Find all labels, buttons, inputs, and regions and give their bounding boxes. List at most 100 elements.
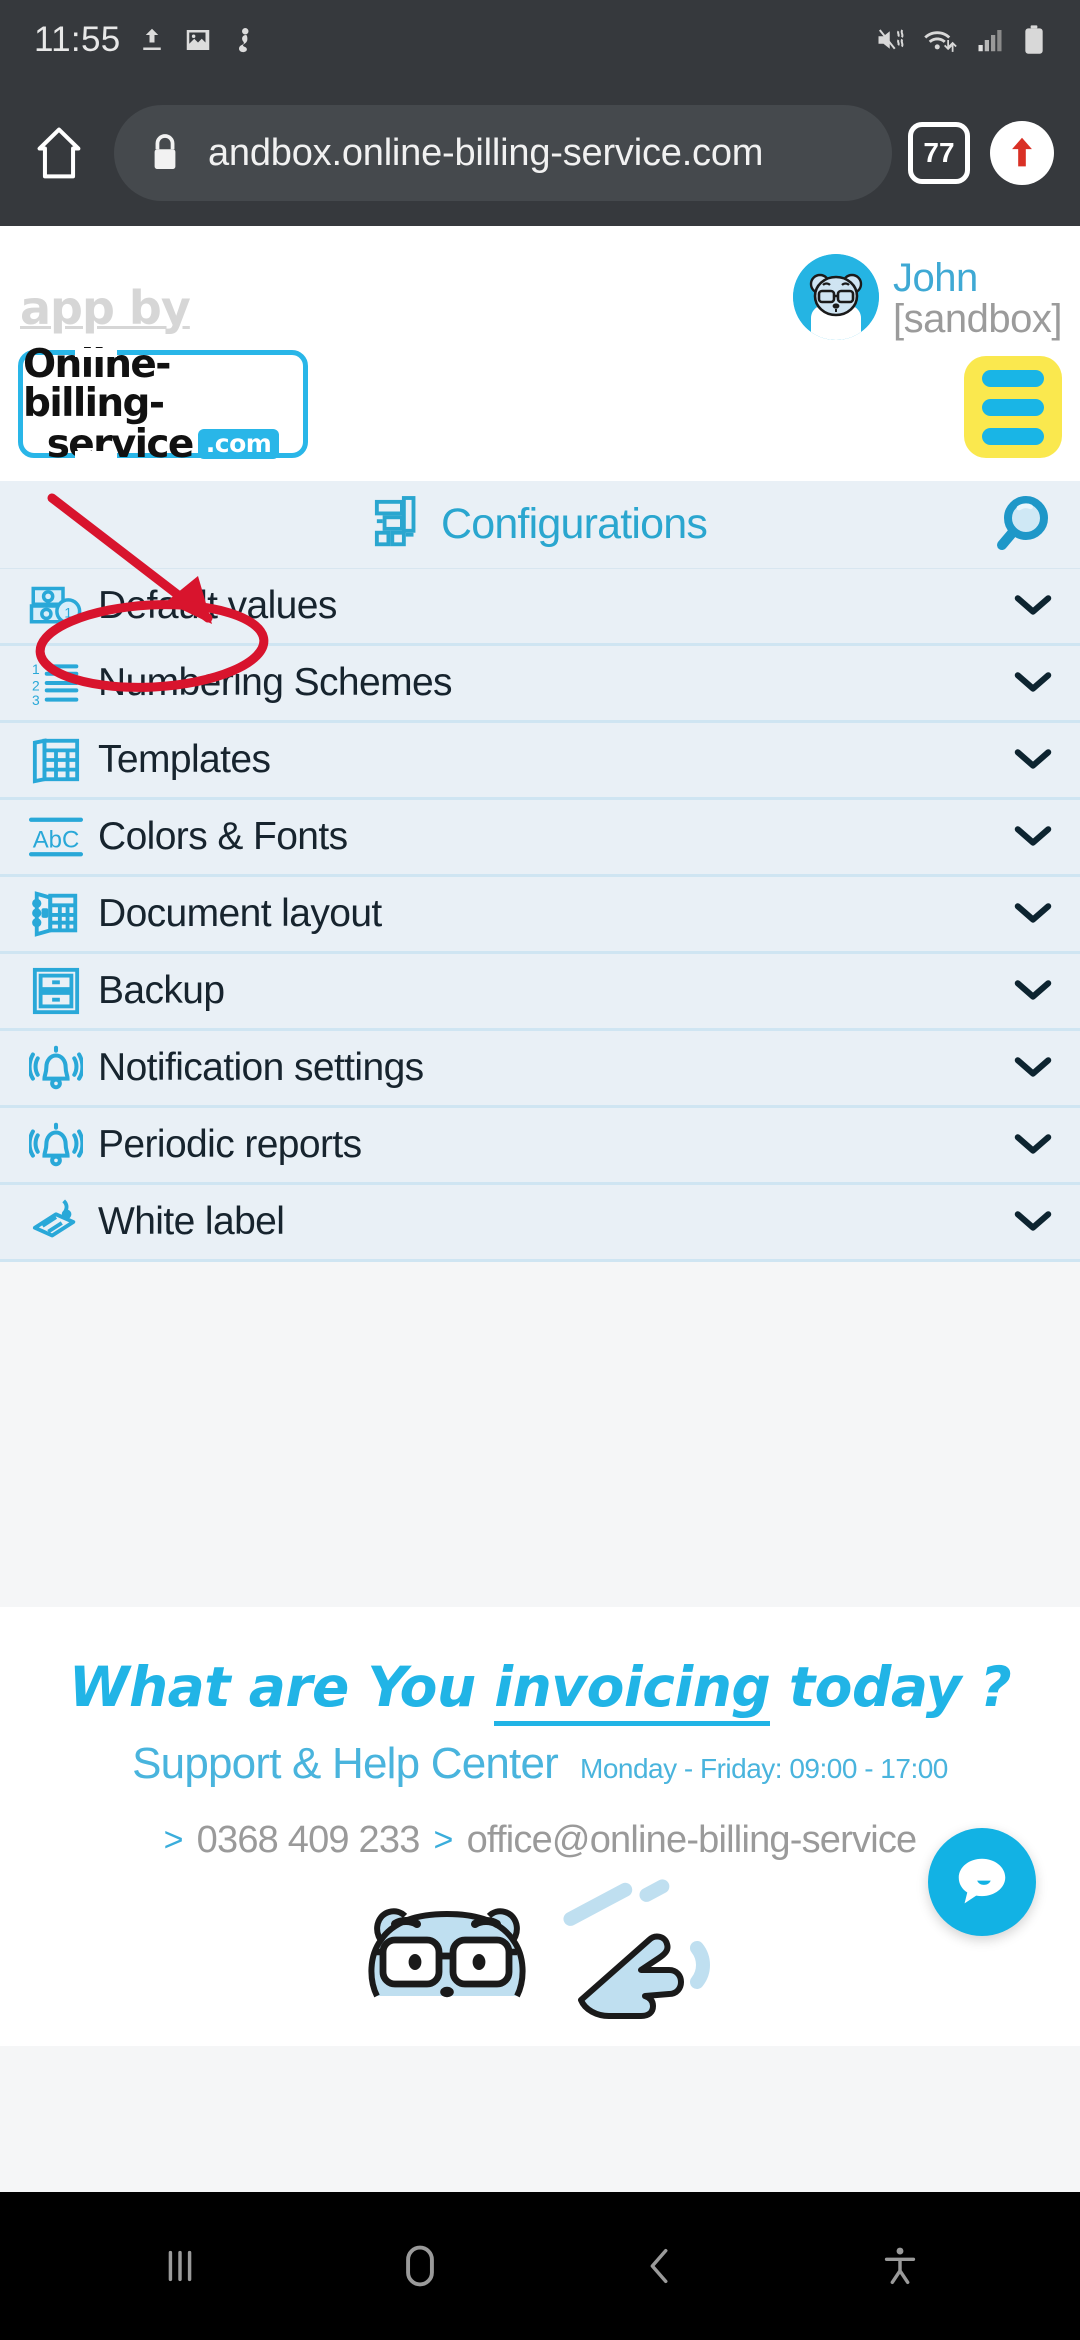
home-button[interactable] — [360, 2206, 480, 2326]
config-row-label: Colors & Fonts — [98, 815, 348, 858]
bell-icon — [24, 1042, 88, 1094]
footer-phone[interactable]: 0368 409 233 — [197, 1819, 421, 1862]
numbered-list-icon: 123 — [24, 659, 88, 707]
footer-contact: > 0368 409 233 > office@online-billing-s… — [0, 1819, 1080, 1862]
status-bar-clock: 11:55 — [34, 20, 121, 59]
bell-icon — [24, 1119, 88, 1171]
svg-text:1: 1 — [64, 604, 72, 620]
recents-button[interactable] — [120, 2206, 240, 2326]
svg-text:2: 2 — [32, 677, 40, 693]
backup-icon — [24, 966, 88, 1016]
config-row-notification-settings[interactable]: Notification settings — [0, 1031, 1080, 1108]
tag-icon — [24, 1197, 88, 1247]
footer-question: What are You invoicing today ? — [0, 1655, 1080, 1726]
user-name-block: John [sandbox] — [893, 254, 1062, 340]
accessibility-icon — [884, 2247, 916, 2285]
user-account-block[interactable]: John [sandbox] — [793, 254, 1062, 340]
chevron-down-icon[interactable] — [1014, 1054, 1052, 1083]
back-icon — [650, 2248, 668, 2284]
chevron-down-icon[interactable] — [1014, 592, 1052, 621]
config-row-label: Document layout — [98, 892, 382, 935]
logo-com-badge: .com — [197, 429, 280, 459]
support-hours: Monday - Friday: 09:00 - 17:00 — [580, 1753, 948, 1784]
upload-icon — [142, 28, 161, 50]
download-manager-icon — [238, 28, 248, 53]
configurations-list: 1 Default values 123 Numbering Schemes T… — [0, 569, 1080, 1262]
browser-url-bar[interactable]: andbox.online-billing-service.com — [114, 105, 892, 201]
image-icon — [186, 30, 209, 50]
footer-question-part-2: You — [367, 1655, 495, 1719]
svg-text:AbC: AbC — [33, 827, 80, 854]
config-row-label: White label — [98, 1200, 285, 1243]
app-by-text: app by — [20, 281, 191, 335]
bear-mascot-icon — [368, 1879, 710, 2019]
config-row-label: Templates — [98, 738, 271, 781]
configurations-header: Configurations — [0, 481, 1080, 569]
wifi-icon — [924, 31, 957, 52]
chevron-down-icon[interactable] — [1014, 1131, 1052, 1160]
chevron-down-icon[interactable] — [1014, 977, 1052, 1006]
menu-icon-bar-2 — [982, 398, 1044, 416]
chevron-down-icon[interactable] — [1014, 1208, 1052, 1237]
config-row-label: Default values — [98, 584, 337, 627]
logo-line-2: service .com — [47, 425, 280, 464]
upload-arrow-icon — [1012, 137, 1032, 167]
browser-toolbar: andbox.online-billing-service.com 77 — [0, 80, 1080, 226]
chat-support-button[interactable] — [928, 1828, 1036, 1936]
search-icon — [997, 496, 1048, 550]
signal-icon — [978, 30, 1002, 52]
templates-icon — [24, 735, 88, 785]
config-row-white-label[interactable]: White label — [0, 1185, 1080, 1262]
battery-icon — [1025, 25, 1043, 54]
browser-home-button[interactable] — [26, 120, 92, 186]
back-button[interactable] — [600, 2206, 720, 2326]
config-row-default-values[interactable]: 1 Default values — [0, 569, 1080, 646]
chevron-down-icon[interactable] — [1014, 900, 1052, 929]
footer-question-underlined: invoicing — [494, 1655, 771, 1726]
chat-bubble-icon — [958, 1858, 1006, 1904]
config-row-templates[interactable]: Templates — [0, 723, 1080, 800]
chevron-down-icon[interactable] — [1014, 823, 1052, 852]
chevron-right-icon-2: > — [433, 1821, 454, 1859]
config-row-backup[interactable]: Backup — [0, 954, 1080, 1031]
user-name: John — [893, 256, 978, 300]
accessibility-button[interactable] — [840, 2206, 960, 2326]
empty-content-area — [0, 1262, 1080, 1607]
footer-question-part-3: today ? — [770, 1655, 1012, 1719]
search-button[interactable] — [988, 493, 1052, 562]
config-row-numbering-schemes[interactable]: 123 Numbering Schemes — [0, 646, 1080, 723]
browser-upload-button[interactable] — [990, 121, 1054, 185]
chevron-down-icon[interactable] — [1014, 746, 1052, 775]
home-icon — [37, 127, 81, 179]
support-title[interactable]: Support & Help Center — [132, 1739, 559, 1789]
recents-icon — [168, 2250, 192, 2282]
footer-email[interactable]: office@online-billing-service — [467, 1819, 918, 1862]
home-icon — [406, 2245, 434, 2287]
config-row-periodic-reports[interactable]: Periodic reports — [0, 1108, 1080, 1185]
avatar — [793, 254, 880, 340]
configurations-icon — [374, 495, 416, 546]
footer-support: Support & Help Center Monday - Friday: 0… — [0, 1739, 1080, 1789]
config-row-label: Periodic reports — [98, 1123, 362, 1166]
hamburger-menu-button[interactable] — [964, 356, 1062, 458]
money-icon: 1 — [24, 583, 88, 629]
logo-word-service: service — [46, 421, 195, 467]
config-row-colors-fonts[interactable]: AbC Colors & Fonts — [0, 800, 1080, 877]
document-layout-icon — [24, 888, 88, 940]
chevron-right-icon-1: > — [163, 1821, 184, 1859]
site-header: app by John [sandbox] Online-billing- se… — [0, 226, 1080, 481]
site-logo[interactable]: Online-billing- service .com — [18, 345, 308, 464]
config-row-document-layout[interactable]: Document layout — [0, 877, 1080, 954]
config-row-label: Notification settings — [98, 1046, 424, 1089]
chevron-down-icon[interactable] — [1014, 669, 1052, 698]
lock-icon — [148, 132, 182, 174]
app-by-label: app by — [20, 281, 191, 335]
status-bar-right — [874, 24, 1046, 56]
bear-avatar-icon — [793, 254, 880, 340]
config-row-label: Numbering Schemes — [98, 661, 453, 704]
menu-icon-bar-3 — [982, 427, 1044, 445]
web-page-content: app by John [sandbox] Online-billing- se… — [0, 226, 1080, 2192]
tab-counter-button[interactable]: 77 — [908, 122, 970, 184]
android-navigation-bar — [0, 2192, 1080, 2340]
logo-line-1: Online-billing- — [23, 341, 171, 426]
